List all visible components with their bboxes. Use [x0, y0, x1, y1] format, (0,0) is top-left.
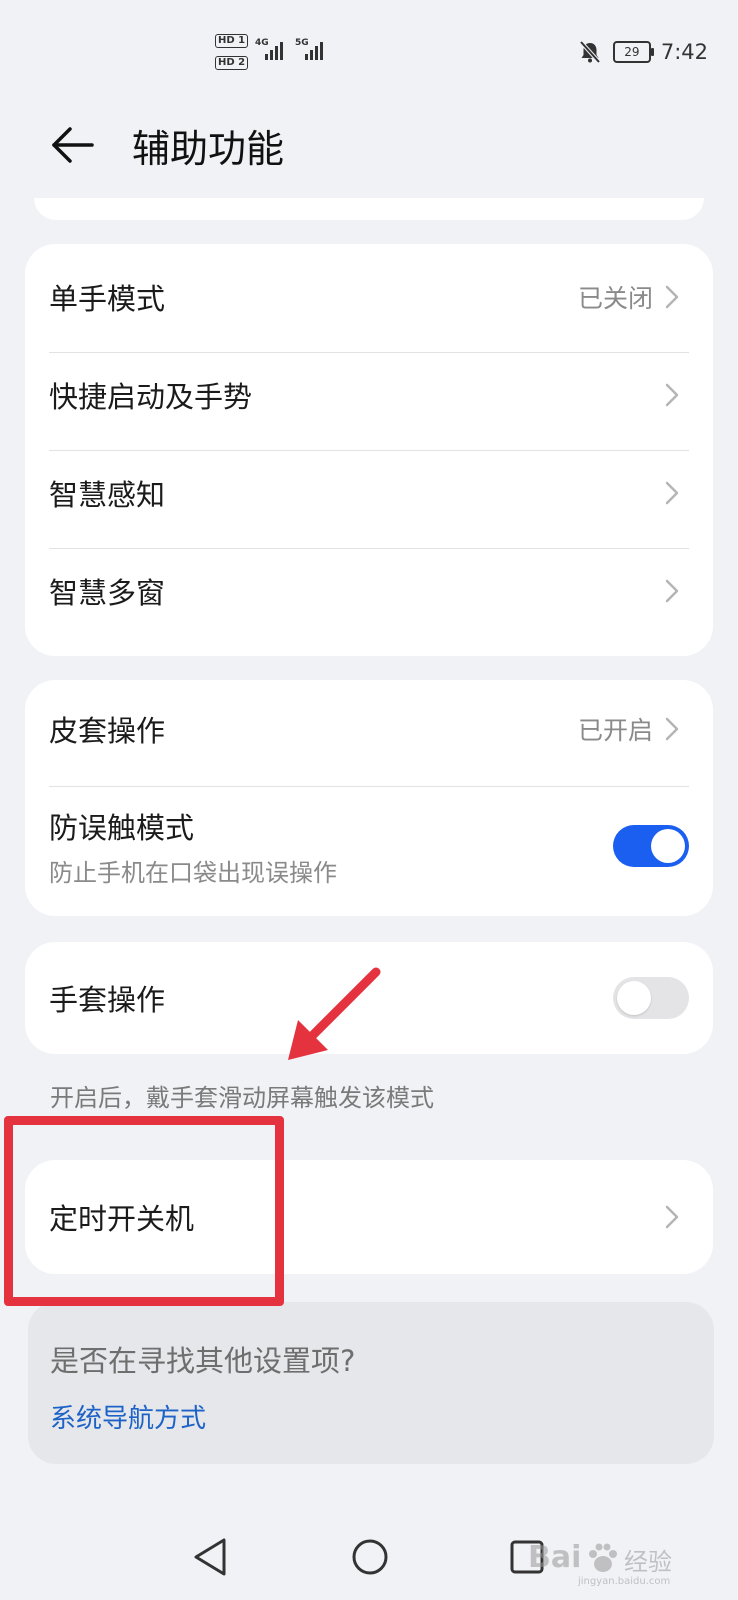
pocket-mode-subtitle: 防止手机在口袋出现误操作 — [49, 858, 337, 887]
settings-group-2: 皮套操作 已开启 防误触模式 防止手机在口袋出现误操作 — [25, 680, 713, 916]
pocket-mode-item[interactable]: 防误触模式 防止手机在口袋出现误操作 — [49, 798, 689, 894]
cover-operation-item[interactable]: 皮套操作 已开启 — [49, 704, 689, 754]
chevron-right-icon — [665, 383, 679, 407]
battery-icon: 29 — [612, 41, 654, 63]
pocket-mode-label: 防误触模式 — [49, 810, 195, 845]
cover-operation-label: 皮套操作 — [49, 714, 166, 748]
nav-home-icon[interactable] — [350, 1537, 390, 1577]
signal-strength-icon-2 — [305, 42, 323, 60]
annotation-highlight-box — [4, 1116, 284, 1306]
smart-sense-item[interactable]: 智慧感知 — [49, 468, 689, 518]
nav-back-icon[interactable] — [190, 1536, 230, 1578]
divider — [49, 786, 689, 787]
back-arrow-icon[interactable] — [50, 122, 96, 168]
divider — [49, 548, 689, 549]
baidu-watermark: Bai 经验 jingyan.baidu.com — [528, 1540, 698, 1588]
paw-logo-icon — [589, 1543, 617, 1572]
cover-operation-value: 已开启 — [577, 716, 653, 745]
chevron-right-icon — [665, 481, 679, 505]
clock: 7:42 — [660, 40, 708, 64]
one-hand-mode-item[interactable]: 单手模式 已关闭 — [49, 272, 689, 322]
watermark-brand: Bai — [528, 1540, 582, 1575]
sim1-badge: HD 1 — [215, 34, 249, 48]
annotation-arrow-icon — [288, 967, 381, 1060]
watermark-cn: 经验 — [624, 1548, 672, 1576]
status-right: 29 7:42 — [577, 38, 708, 66]
divider — [49, 352, 689, 353]
signal-strength-icon — [265, 42, 283, 60]
pocket-mode-text: 防误触模式 防止手机在口袋出现误操作 — [49, 805, 613, 888]
divider — [49, 450, 689, 451]
glove-mode-toggle[interactable] — [613, 977, 689, 1019]
signal-indicators: HD 1 HD 2 4G 5G — [215, 30, 345, 78]
quick-launch-item[interactable]: 快捷启动及手势 — [49, 370, 689, 420]
chevron-right-icon — [665, 285, 679, 309]
smart-sense-label: 智慧感知 — [49, 478, 166, 512]
glove-mode-hint: 开启后，戴手套滑动屏幕触发该模式 — [50, 1084, 434, 1112]
bell-muted-icon — [579, 40, 601, 64]
sim2-badge: HD 2 — [215, 56, 249, 70]
settings-group-1: 单手模式 已关闭 快捷启动及手势 智慧感知 智慧多窗 — [25, 244, 713, 656]
smart-multiwindow-label: 智慧多窗 — [49, 576, 166, 610]
system-navigation-link[interactable]: 系统导航方式 — [50, 1398, 206, 1435]
chevron-right-icon — [665, 717, 679, 741]
one-hand-mode-value: 已关闭 — [577, 284, 653, 313]
quick-launch-label: 快捷启动及手势 — [49, 380, 253, 414]
chevron-right-icon — [665, 579, 679, 603]
pocket-mode-toggle[interactable] — [613, 825, 689, 867]
smart-multiwindow-item[interactable]: 智慧多窗 — [49, 566, 689, 616]
one-hand-mode-label: 单手模式 — [49, 282, 166, 316]
suggestion-card: 是否在寻找其他设置项? 系统导航方式 — [28, 1302, 714, 1464]
previous-card-edge — [34, 198, 704, 220]
page-title: 辅助功能 — [132, 127, 285, 171]
chevron-right-icon — [665, 1205, 679, 1229]
suggestion-question: 是否在寻找其他设置项? — [50, 1344, 356, 1378]
status-bar: HD 1 HD 2 4G 5G 29 7:42 — [0, 0, 738, 100]
watermark-url: jingyan.baidu.com — [578, 1576, 671, 1587]
